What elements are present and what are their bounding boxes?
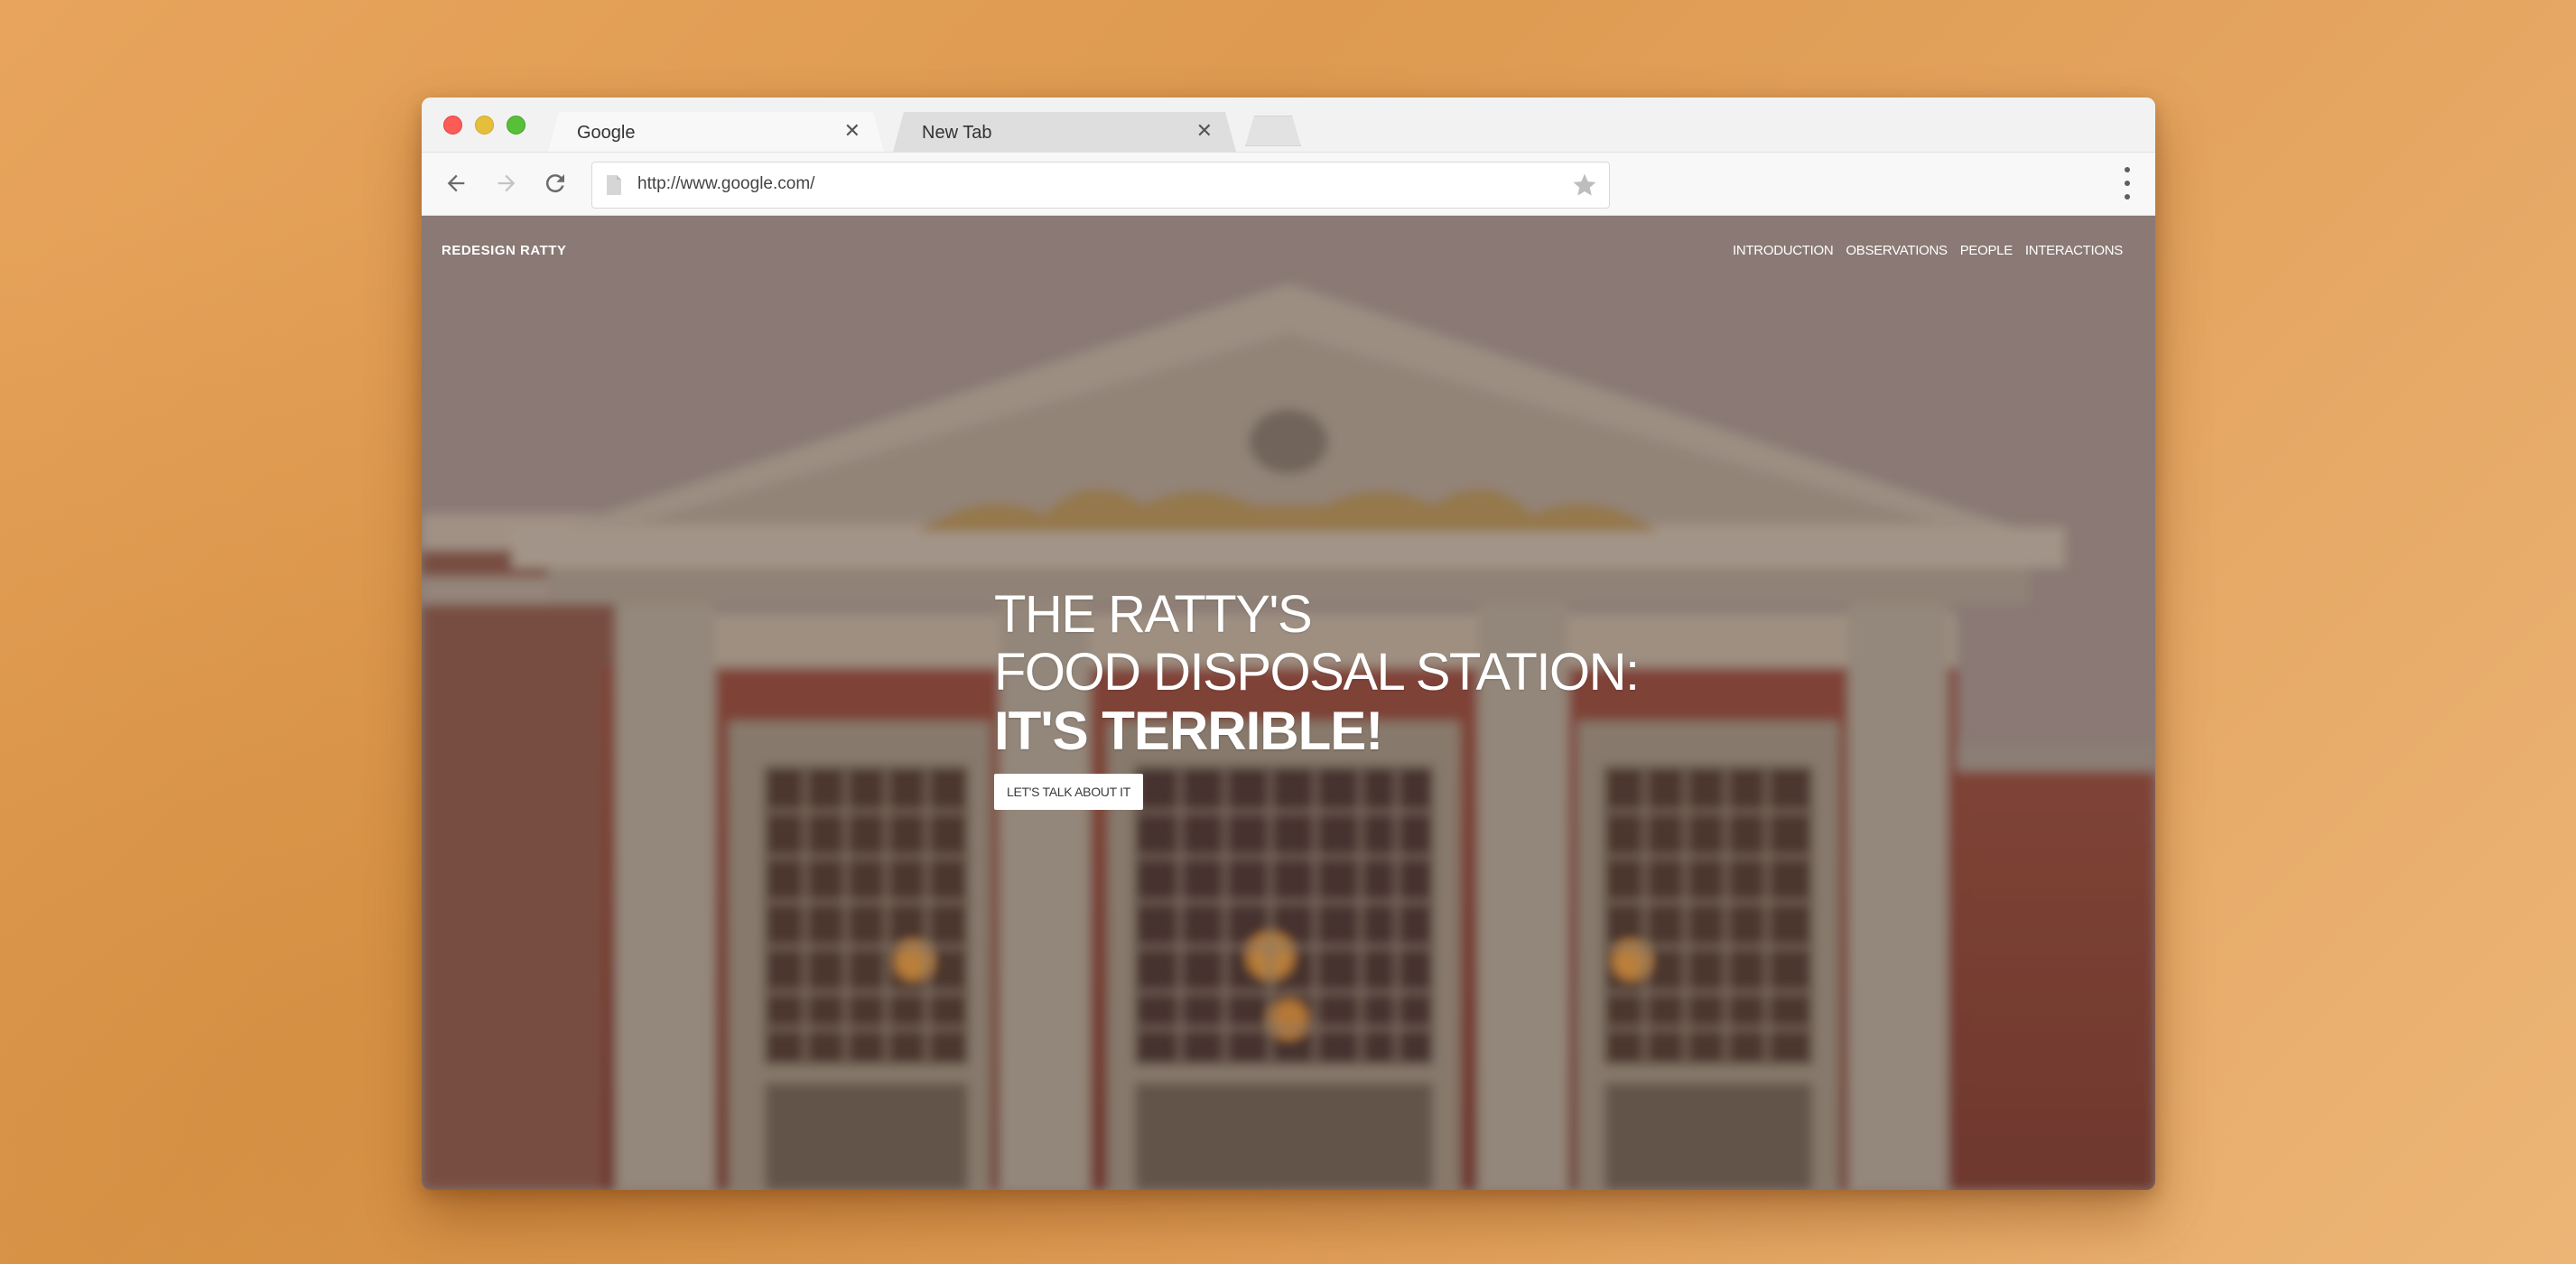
reload-button[interactable] <box>537 165 573 201</box>
close-tab-icon[interactable]: ✕ <box>844 119 860 143</box>
bookmark-star-icon[interactable] <box>1571 172 1598 199</box>
minimize-window-button[interactable] <box>475 116 494 135</box>
window-controls <box>443 116 525 135</box>
maximize-window-button[interactable] <box>507 116 525 135</box>
close-tab-icon[interactable]: ✕ <box>1196 119 1213 143</box>
page-icon <box>607 175 621 195</box>
talk-about-it-button[interactable]: LET'S TALK ABOUT IT <box>994 774 1144 810</box>
address-bar[interactable]: http://www.google.com/ <box>591 162 1610 209</box>
reload-icon <box>545 174 564 193</box>
tab-google[interactable]: Google ✕ <box>548 112 884 152</box>
nav-observations[interactable]: OBSERVATIONS <box>1846 243 1948 258</box>
browser-window: Google ✕ New Tab ✕ http://www.google.com… <box>422 98 2155 1190</box>
new-tab-button[interactable] <box>1245 116 1301 146</box>
back-button[interactable] <box>438 165 474 201</box>
tab-new-tab[interactable]: New Tab ✕ <box>893 112 1236 152</box>
site-brand[interactable]: REDESIGN RATTY <box>442 243 566 258</box>
hero-section: THE RATTY'S FOOD DISPOSAL STATION: IT'S … <box>994 585 1640 810</box>
tab-bar: Google ✕ New Tab ✕ <box>422 98 2155 153</box>
back-arrow-icon <box>447 174 465 192</box>
site-nav: INTRODUCTION OBSERVATIONS PEOPLE INTERAC… <box>1733 243 2123 258</box>
tab-label: Google <box>577 123 636 143</box>
url-text: http://www.google.com/ <box>637 174 815 193</box>
web-page: REDESIGN RATTY INTRODUCTION OBSERVATIONS… <box>422 216 2155 1190</box>
forward-arrow-icon <box>498 174 516 192</box>
browser-toolbar: http://www.google.com/ <box>422 153 2155 216</box>
tab-label: New Tab <box>922 123 992 143</box>
close-window-button[interactable] <box>443 116 462 135</box>
hero-title-line-1: THE RATTY'S <box>994 585 1313 644</box>
hero-title-line-3: IT'S TERRIBLE! <box>994 701 1383 761</box>
browser-menu-icon[interactable] <box>2123 167 2132 200</box>
forward-button[interactable] <box>488 165 525 201</box>
nav-people[interactable]: PEOPLE <box>1960 243 2013 258</box>
nav-introduction[interactable]: INTRODUCTION <box>1733 243 1834 258</box>
nav-interactions[interactable]: INTERACTIONS <box>2025 243 2123 258</box>
hero-title-line-2: FOOD DISPOSAL STATION: <box>994 643 1640 702</box>
